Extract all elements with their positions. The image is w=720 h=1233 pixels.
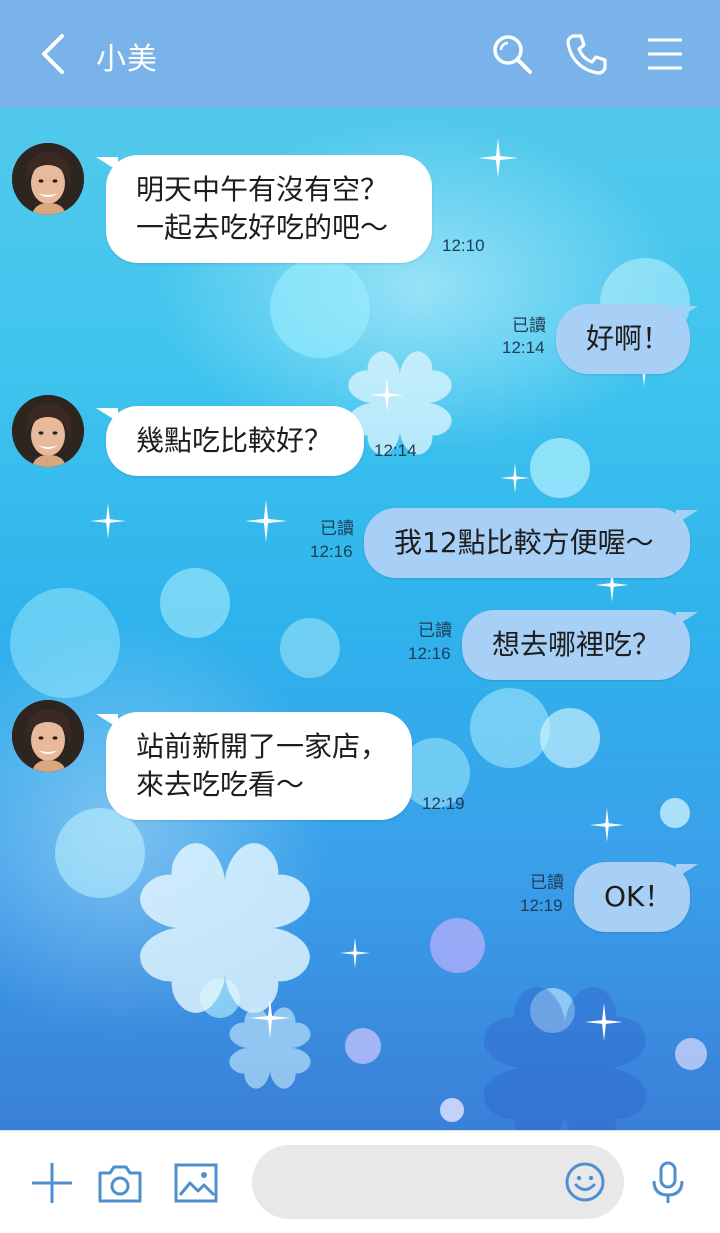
bokeh-decoration bbox=[280, 618, 340, 678]
contact-avatar[interactable] bbox=[12, 395, 84, 467]
sparkle-decoration bbox=[478, 138, 518, 178]
message-time: 12:10 bbox=[442, 236, 485, 255]
message-text: 我12點比較方便喔〜 bbox=[394, 526, 654, 559]
smiley-icon[interactable] bbox=[564, 1161, 606, 1203]
message-text: 想去哪裡吃？ bbox=[492, 628, 661, 661]
chevron-left-icon[interactable] bbox=[32, 30, 76, 78]
bokeh-decoration bbox=[345, 1028, 381, 1064]
message-text: 一起去吃好吃的吧〜 bbox=[136, 211, 389, 244]
sparkle-decoration bbox=[340, 938, 370, 968]
read-receipt: 已讀 bbox=[418, 621, 452, 641]
message-text: 來去吃吃看〜 bbox=[136, 768, 305, 801]
camera-icon[interactable] bbox=[96, 1159, 144, 1207]
sparkle-decoration bbox=[500, 463, 530, 493]
message-input-wrapper bbox=[252, 1145, 624, 1219]
message-text: 明天中午有沒有空？ bbox=[136, 173, 389, 206]
contact-avatar[interactable] bbox=[12, 143, 84, 215]
bokeh-decoration bbox=[470, 688, 550, 768]
contact-avatar[interactable] bbox=[12, 700, 84, 772]
phone-icon[interactable] bbox=[562, 30, 610, 78]
sparkle-decoration bbox=[90, 503, 126, 539]
message-bubble-outgoing[interactable]: 好啊！ bbox=[556, 304, 698, 374]
message-bubble-outgoing[interactable]: OK！ bbox=[574, 862, 698, 932]
chat-header: 小美 bbox=[0, 0, 720, 108]
message-text: OK！ bbox=[604, 880, 673, 913]
message-bubble-outgoing[interactable]: 想去哪裡吃？ bbox=[462, 610, 698, 680]
message-time: 12:16 bbox=[408, 644, 451, 663]
input-bar bbox=[0, 1130, 720, 1233]
message-time: 12:19 bbox=[520, 896, 563, 915]
message-bubble-incoming[interactable]: 站前新開了一家店， 來去吃吃看〜 bbox=[96, 712, 412, 820]
sparkle-decoration bbox=[245, 500, 287, 542]
message-time: 12:16 bbox=[310, 542, 353, 561]
message-bubble-incoming[interactable]: 幾點吃比較好？ bbox=[96, 406, 364, 476]
chat-area[interactable]: 明天中午有沒有空？ 一起去吃好吃的吧〜 12:10 已讀 12:14 好啊！ 幾… bbox=[0, 108, 720, 1130]
sparkle-decoration bbox=[370, 378, 404, 412]
message-input[interactable] bbox=[276, 1163, 560, 1203]
menu-icon[interactable] bbox=[642, 30, 690, 78]
microphone-icon[interactable] bbox=[644, 1159, 692, 1207]
message-time: 12:14 bbox=[502, 338, 545, 357]
message-bubble-outgoing[interactable]: 我12點比較方便喔〜 bbox=[364, 508, 698, 578]
image-icon[interactable] bbox=[172, 1159, 220, 1207]
message-text: 幾點吃比較好？ bbox=[136, 424, 333, 457]
bokeh-decoration bbox=[660, 798, 690, 828]
plus-icon[interactable] bbox=[28, 1159, 76, 1207]
message-time: 12:14 bbox=[374, 441, 417, 460]
sparkle-decoration bbox=[250, 998, 290, 1038]
message-time: 12:19 bbox=[422, 794, 465, 813]
sparkle-decoration bbox=[585, 1003, 623, 1041]
bokeh-decoration bbox=[10, 588, 120, 698]
message-text: 站前新開了一家店， bbox=[136, 730, 389, 763]
chat-title: 小美 bbox=[96, 42, 158, 77]
search-icon[interactable] bbox=[488, 30, 536, 78]
message-text: 好啊！ bbox=[586, 322, 671, 355]
bokeh-decoration bbox=[530, 438, 590, 498]
bokeh-decoration bbox=[160, 568, 230, 638]
sparkle-decoration bbox=[590, 808, 624, 842]
read-receipt: 已讀 bbox=[512, 316, 546, 336]
bokeh-decoration bbox=[540, 708, 600, 768]
bokeh-decoration bbox=[675, 1038, 707, 1070]
clover-decoration bbox=[483, 986, 647, 1130]
message-bubble-incoming[interactable]: 明天中午有沒有空？ 一起去吃好吃的吧〜 bbox=[96, 155, 432, 263]
read-receipt: 已讀 bbox=[320, 519, 354, 539]
read-receipt: 已讀 bbox=[530, 873, 564, 893]
